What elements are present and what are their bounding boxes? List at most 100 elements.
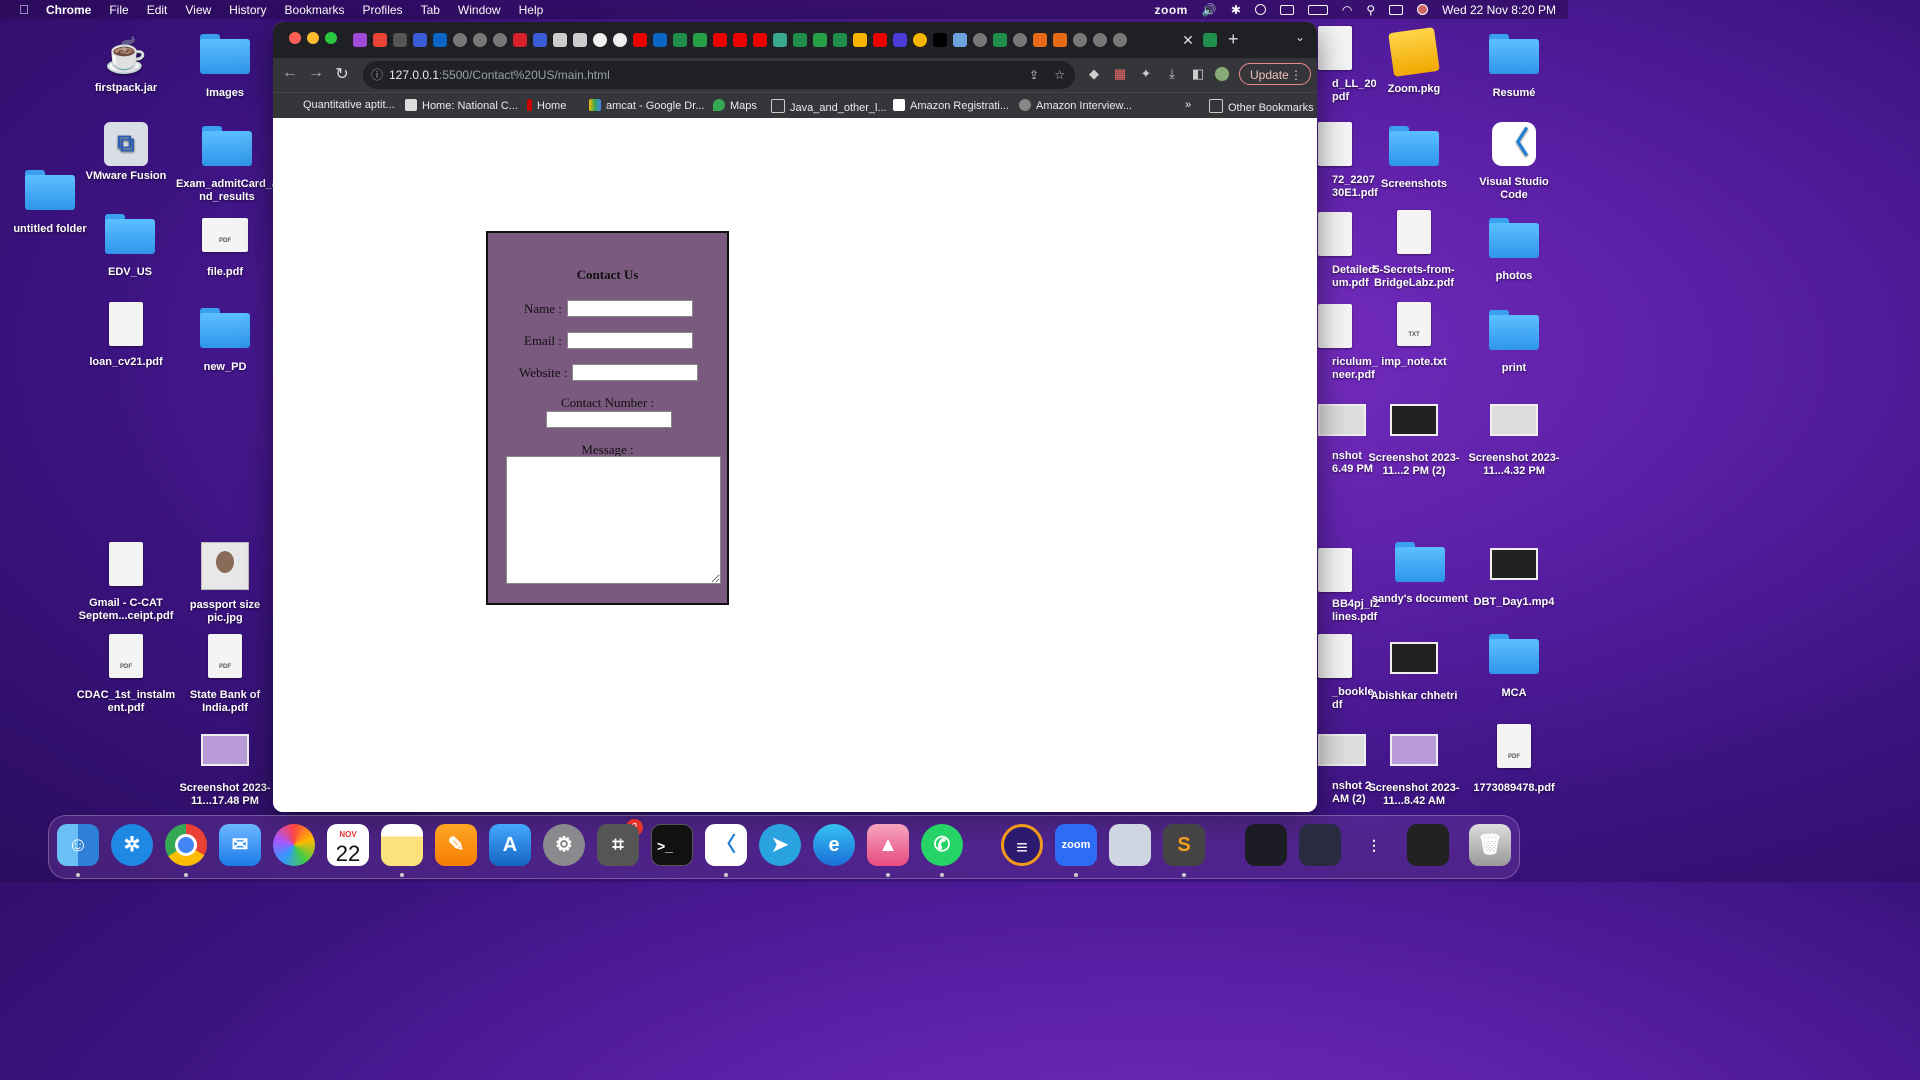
desktop-icon-sbi[interactable]: PDF State Bank of India.pdf (175, 634, 275, 715)
tab-favicon[interactable] (353, 33, 367, 47)
bookmark-item[interactable]: Amazon Registrati... (893, 99, 1009, 112)
site-info-icon[interactable]: ⓘ (371, 61, 383, 89)
other-bookmarks-folder[interactable]: Other Bookmarks (1209, 99, 1314, 114)
desktop-icon-screenshot-2pm[interactable]: Screenshot 2023-11...2 PM (2) (1364, 404, 1464, 478)
globe-icon[interactable] (1013, 33, 1027, 47)
youtube-icon[interactable] (753, 33, 767, 47)
tab-favicon[interactable] (1203, 33, 1217, 47)
tab-favicon[interactable] (673, 33, 687, 47)
menu-app-name[interactable]: Chrome (46, 3, 91, 17)
tab-favicon[interactable] (393, 33, 407, 47)
bookmark-item[interactable]: amcat - Google Dr... (589, 99, 704, 112)
close-tab-icon[interactable]: ✕ (1178, 30, 1198, 50)
desktop-icon-screenshot-842[interactable]: Screenshot 2023-11...8.42 AM (1364, 734, 1464, 808)
calculator-icon[interactable]: ⌗ (597, 824, 639, 866)
tab-favicon[interactable] (813, 33, 827, 47)
contact-number-input[interactable] (546, 411, 672, 428)
desktop-icon-dbt-day1[interactable]: DBT_Day1.mp4 (1464, 548, 1564, 609)
desktop-icon-firstpack[interactable]: ☕ firstpack.jar (76, 34, 176, 95)
desktop-icon-edv-us[interactable]: EDV_US (80, 214, 180, 279)
photos-icon[interactable] (273, 824, 315, 866)
gmail-icon[interactable] (373, 33, 387, 47)
forward-button[interactable]: → (305, 64, 327, 82)
globe-icon[interactable] (1073, 33, 1087, 47)
desktop-icon-1773089478[interactable]: PDF 1773089478.pdf (1464, 724, 1564, 795)
reload-button[interactable]: ↻ (331, 64, 353, 84)
menu-tab[interactable]: Tab (421, 3, 440, 17)
desktop-icon-gmail-ccat[interactable]: Gmail - C-CAT Septem...ceipt.pdf (76, 542, 176, 623)
message-textarea[interactable] (506, 456, 721, 584)
youtube-icon[interactable] (713, 33, 727, 47)
tab-favicon[interactable] (693, 33, 707, 47)
safari-icon[interactable]: ✲ (111, 824, 153, 866)
desktop-icon-bridgelabz[interactable]: 5-Secrets-from-BridgeLabz.pdf (1364, 210, 1464, 290)
profile-avatar[interactable] (1215, 67, 1229, 81)
telegram-icon[interactable]: ➤ (759, 824, 801, 866)
spotlight-search-icon[interactable]: ⚲ (1366, 3, 1375, 17)
desktop-icon-file-pdf[interactable]: PDF file.pdf (175, 218, 275, 279)
siri-icon[interactable] (1417, 4, 1429, 15)
menu-view[interactable]: View (185, 3, 211, 17)
menu-help[interactable]: Help (519, 3, 544, 17)
edge-icon[interactable]: e (813, 824, 855, 866)
bookmark-item[interactable]: Amazon Interview... (1019, 99, 1132, 112)
bookmark-item[interactable]: Maps (713, 99, 757, 112)
chatgpt-icon[interactable] (773, 33, 787, 47)
eclipse-icon[interactable]: ≡ (1001, 824, 1043, 866)
new-tab-button[interactable]: + (1228, 29, 1239, 50)
desktop-icon-imp-note[interactable]: TXT imp_note.txt (1364, 302, 1464, 369)
tab-favicon[interactable] (913, 33, 927, 47)
bookmarks-overflow-icon[interactable]: » (1185, 99, 1191, 111)
apple-menu-icon[interactable]:  (14, 2, 34, 17)
globe-icon[interactable] (1093, 33, 1107, 47)
linkedin-icon[interactable] (433, 33, 447, 47)
battery-icon[interactable] (1307, 4, 1328, 15)
tab-favicon[interactable] (1053, 33, 1067, 47)
wifi-icon[interactable]: ◠ (1342, 3, 1352, 17)
bluetooth-icon[interactable]: ✱ (1231, 3, 1241, 17)
desktop-icon-sandys-document[interactable]: sandy's document (1370, 542, 1470, 606)
menu-file[interactable]: File (109, 3, 128, 17)
zoom-app-icon[interactable]: zoom (1055, 824, 1097, 866)
maximize-window-button[interactable] (325, 32, 337, 44)
share-icon[interactable]: ⇪ (1029, 61, 1039, 89)
tab-favicon[interactable] (553, 33, 567, 47)
bookmark-item[interactable]: Home: National C... (405, 99, 518, 112)
tab-favicon[interactable] (533, 33, 547, 47)
minimized-window[interactable] (1299, 824, 1341, 866)
youtube-icon[interactable] (873, 33, 887, 47)
back-button[interactable]: ← (279, 64, 301, 82)
globe-icon[interactable] (1113, 33, 1127, 47)
tab-favicon[interactable] (953, 33, 967, 47)
bookmark-item[interactable]: Quantitative aptit... (303, 99, 395, 111)
desktop-icon-screenshot-432[interactable]: Screenshot 2023-11...4.32 PM (1464, 404, 1564, 478)
preview-icon[interactable] (1109, 824, 1151, 866)
desktop-icon-zoom-pkg[interactable]: Zoom.pkg (1364, 27, 1464, 96)
screen-mirror-icon[interactable] (1279, 4, 1294, 15)
tab-favicon[interactable] (1033, 33, 1047, 47)
app-store-icon[interactable]: A (489, 824, 531, 866)
whatsapp-icon[interactable]: ✆ (921, 824, 963, 866)
desktop-icon-cdac[interactable]: PDF CDAC_1st_instalment.pdf (76, 634, 176, 715)
tab-favicon[interactable] (993, 33, 1007, 47)
bookmark-star-icon[interactable]: ☆ (1054, 61, 1065, 89)
calendar-icon[interactable]: NOV 22 (327, 824, 369, 866)
desktop-icon-exam-admit[interactable]: Exam_admitCard_and_results (175, 126, 279, 204)
menu-profiles[interactable]: Profiles (363, 3, 403, 17)
extensions-puzzle-icon[interactable]: ✦ (1139, 67, 1153, 81)
pages-icon[interactable]: ✎ (435, 824, 477, 866)
download-icon[interactable]: ⤓ (1165, 67, 1179, 81)
desktop-icon-images[interactable]: Images (175, 34, 275, 100)
sublime-text-icon[interactable]: S (1163, 824, 1205, 866)
bookmark-folder[interactable]: Java_and_other_l... (771, 99, 887, 114)
tab-favicon[interactable] (413, 33, 427, 47)
tab-favicon[interactable] (853, 33, 867, 47)
minimized-window[interactable] (1245, 824, 1287, 866)
extension-icon[interactable]: ▦ (1113, 67, 1127, 81)
name-input[interactable] (566, 300, 693, 317)
youtube-icon[interactable] (633, 33, 647, 47)
minimized-window[interactable] (1407, 824, 1449, 866)
desktop-icon-vscode[interactable]: 〈 Visual Studio Code (1464, 122, 1564, 202)
menu-window[interactable]: Window (458, 3, 501, 17)
linkedin-icon[interactable] (653, 33, 667, 47)
